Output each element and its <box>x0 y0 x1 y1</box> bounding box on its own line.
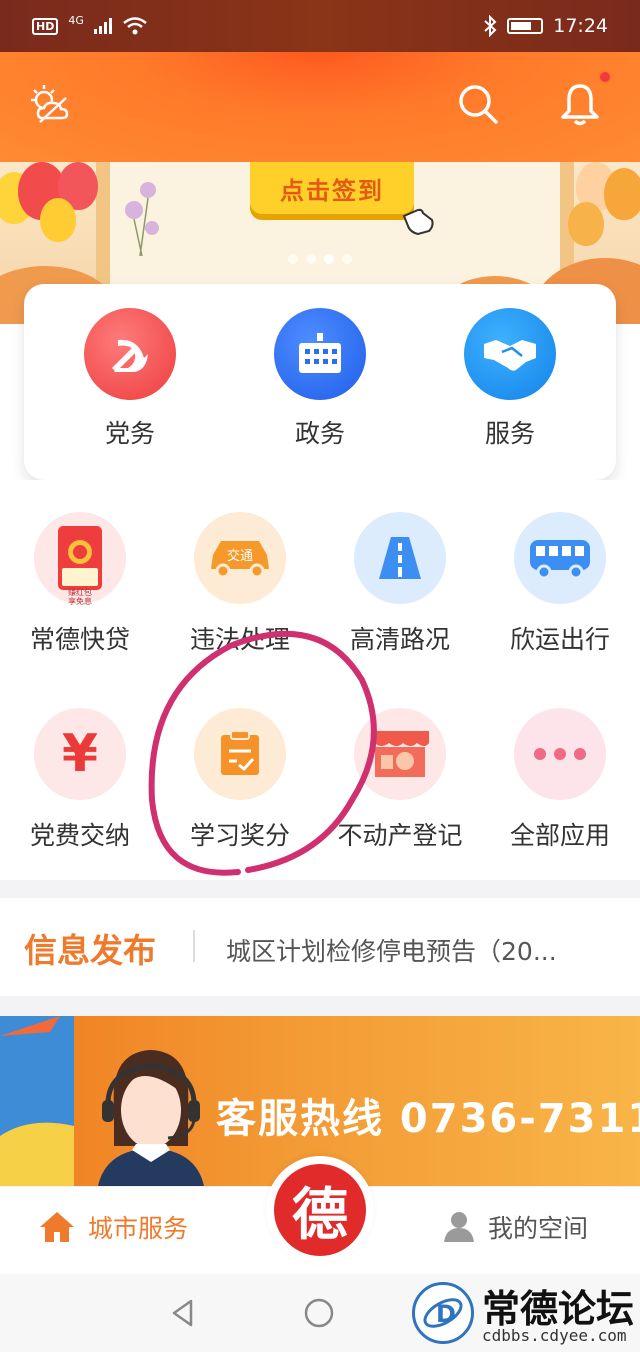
tab-my-space[interactable]: 我的空间 <box>442 1209 588 1245</box>
app-study-points[interactable]: 学习奖分 <box>160 708 320 852</box>
watermark-url: cdbbs.cdyee.com <box>482 1326 627 1345</box>
service-label: 政务 <box>294 419 345 448</box>
carousel-dot-active[interactable] <box>324 254 334 264</box>
carousel-dots <box>288 254 352 264</box>
svg-text:D: D <box>436 1300 456 1328</box>
government-building-icon <box>274 308 366 400</box>
packet-text: 享免息 <box>68 597 92 606</box>
news-title: 信息发布 <box>24 931 156 970</box>
customer-service-avatar <box>98 1050 204 1186</box>
ad-decoration <box>0 1016 74 1186</box>
bluetooth-icon <box>484 15 497 37</box>
app-violation-handling[interactable]: 交通 违法处理 <box>160 512 320 656</box>
app-all-apps[interactable]: 全部应用 <box>480 708 640 852</box>
balloon-decoration <box>40 198 76 242</box>
car-traffic-icon: 交通 <box>194 512 286 604</box>
app-label: 高清路况 <box>349 625 450 654</box>
handshake-icon <box>464 308 556 400</box>
balloon-decoration <box>568 202 604 246</box>
wifi-icon <box>123 17 147 35</box>
checkin-button[interactable]: 点击签到 <box>250 162 414 214</box>
center-home-button[interactable]: 德 <box>266 1156 374 1264</box>
network-type: 4G <box>68 13 84 27</box>
forum-logo-icon: D <box>412 1282 474 1344</box>
main-services-card: 党务 政务 服务 <box>24 284 616 480</box>
de-logo: 德 <box>274 1164 366 1256</box>
pointing-hand-icon <box>396 196 440 247</box>
flower-decoration <box>125 182 159 257</box>
app-grid: 赚红包 享免息 常德快贷 交通 违法处理 高清路况 欣运出行 ¥ 党费交纳 学习… <box>0 480 640 880</box>
packet-text: 赚红包 <box>68 588 92 597</box>
user-icon <box>444 1212 474 1242</box>
app-xinyun-travel[interactable]: 欣运出行 <box>480 512 640 656</box>
balloon-decoration <box>604 168 640 220</box>
notification-dot <box>598 70 612 84</box>
signal-icon <box>93 18 112 34</box>
tab-city-services[interactable]: 城市服务 <box>38 1209 188 1245</box>
app-road-conditions[interactable]: 高清路况 <box>320 512 480 656</box>
yuan-icon: ¥ <box>34 708 126 800</box>
app-label: 全部应用 <box>509 821 610 850</box>
home-icon <box>40 1212 74 1242</box>
status-time: 17:24 <box>553 15 608 37</box>
app-party-fee[interactable]: ¥ 党费交纳 <box>0 708 160 852</box>
service-party-affairs[interactable]: 党务 <box>70 308 190 450</box>
watermark-title: 常德论坛 <box>482 1286 635 1331</box>
app-label: 常德快贷 <box>29 625 130 654</box>
app-label: 不动产登记 <box>337 821 463 850</box>
battery-icon <box>507 18 544 34</box>
app-header <box>0 52 640 162</box>
search-icon[interactable] <box>454 80 502 128</box>
status-bar: HD 4G 17:24 <box>0 0 640 52</box>
yuan-glyph: ¥ <box>61 724 99 784</box>
app-changde-loan[interactable]: 赚红包 享免息 常德快贷 <box>0 512 160 656</box>
car-text: 交通 <box>226 548 253 564</box>
tab-label: 我的空间 <box>488 1214 589 1243</box>
service-label: 党务 <box>104 419 155 448</box>
hd-badge: HD <box>32 17 59 35</box>
party-emblem-icon <box>84 308 176 400</box>
service-services[interactable]: 服务 <box>450 308 570 450</box>
carousel-dot[interactable] <box>342 254 352 264</box>
news-ticker[interactable]: 信息发布 城区计划检修停电预告（20... <box>0 898 640 996</box>
news-headline[interactable]: 城区计划检修停电预告（20... <box>226 932 557 968</box>
hotline-text: 客服热线 0736-73117 <box>216 1096 640 1142</box>
service-label: 服务 <box>484 419 535 448</box>
back-icon[interactable] <box>166 1296 200 1330</box>
bell-icon[interactable] <box>556 80 604 128</box>
more-dots-icon <box>514 708 606 800</box>
app-label: 学习奖分 <box>189 821 290 850</box>
app-real-estate[interactable]: 不动产登记 <box>320 708 480 852</box>
app-label: 欣运出行 <box>509 625 610 654</box>
news-divider <box>193 930 195 962</box>
app-label: 党费交纳 <box>29 821 130 850</box>
carousel-dot[interactable] <box>288 254 298 264</box>
weather-icon[interactable] <box>26 80 74 128</box>
forum-watermark: D 常德论坛 cdbbs.cdyee.com <box>412 1278 640 1350</box>
tab-label: 城市服务 <box>88 1214 189 1243</box>
storefront-icon <box>354 708 446 800</box>
carousel-dot[interactable] <box>306 254 316 264</box>
road-icon <box>354 512 446 604</box>
app-label: 违法处理 <box>189 625 290 654</box>
home-nav-icon[interactable] <box>302 1296 336 1330</box>
service-government-affairs[interactable]: 政务 <box>260 308 380 450</box>
bus-icon <box>514 512 606 604</box>
checklist-icon <box>194 708 286 800</box>
